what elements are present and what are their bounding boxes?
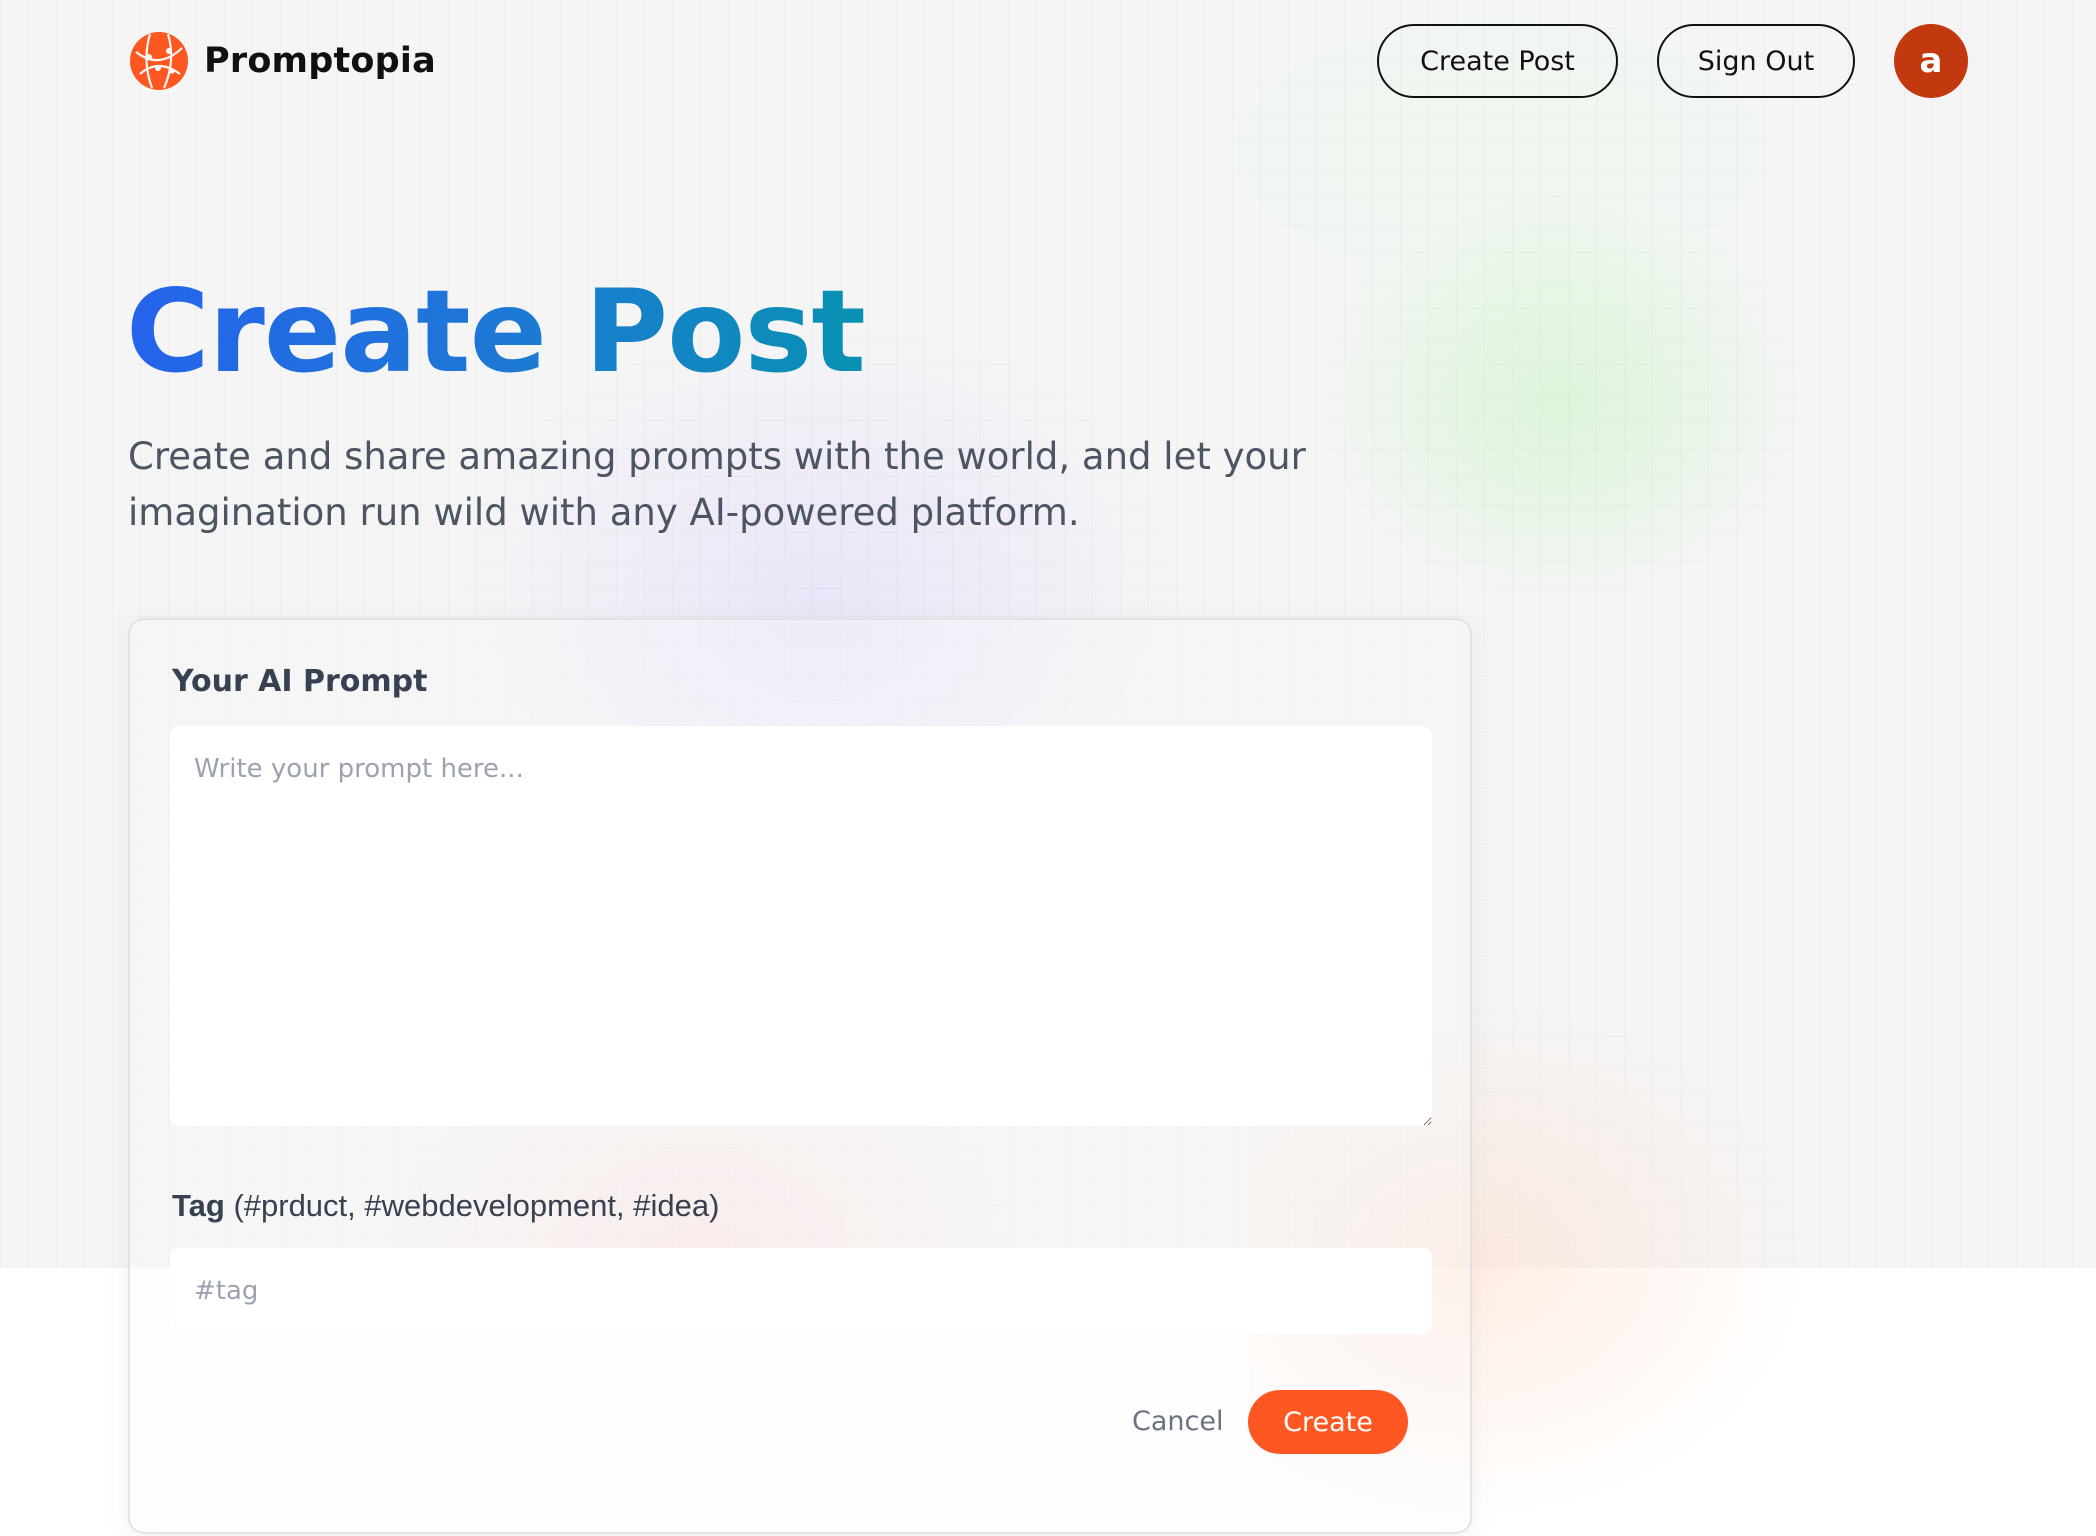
avatar[interactable]: a [1894,24,1968,98]
page-description: Create and share amazing prompts with th… [128,435,1306,534]
tag-label-title: Tag [172,1188,225,1223]
globe-logo-icon [130,32,188,90]
sign-out-button[interactable]: Sign Out [1657,24,1855,98]
create-post-form: Your AI Prompt Tag (#prduct, #webdevelop… [128,618,1472,1534]
cancel-link[interactable]: Cancel [1132,1406,1223,1437]
tag-label: Tag (#prduct, #webdevelopment, #idea) [172,1188,719,1224]
prompt-label: Your AI Prompt [172,664,428,699]
prompt-textarea[interactable] [170,726,1432,1126]
tag-input[interactable] [170,1248,1432,1334]
page-title: Create Post [126,262,866,402]
brand-link[interactable]: Promptopia [128,30,436,92]
top-navbar: Promptopia Create Post Sign Out a [0,0,2096,124]
create-post-button[interactable]: Create Post [1377,24,1618,98]
create-submit-button[interactable]: Create [1248,1390,1408,1454]
tag-label-hint: (#prduct, #webdevelopment, #idea) [233,1188,720,1223]
brand-name: Promptopia [204,41,436,81]
